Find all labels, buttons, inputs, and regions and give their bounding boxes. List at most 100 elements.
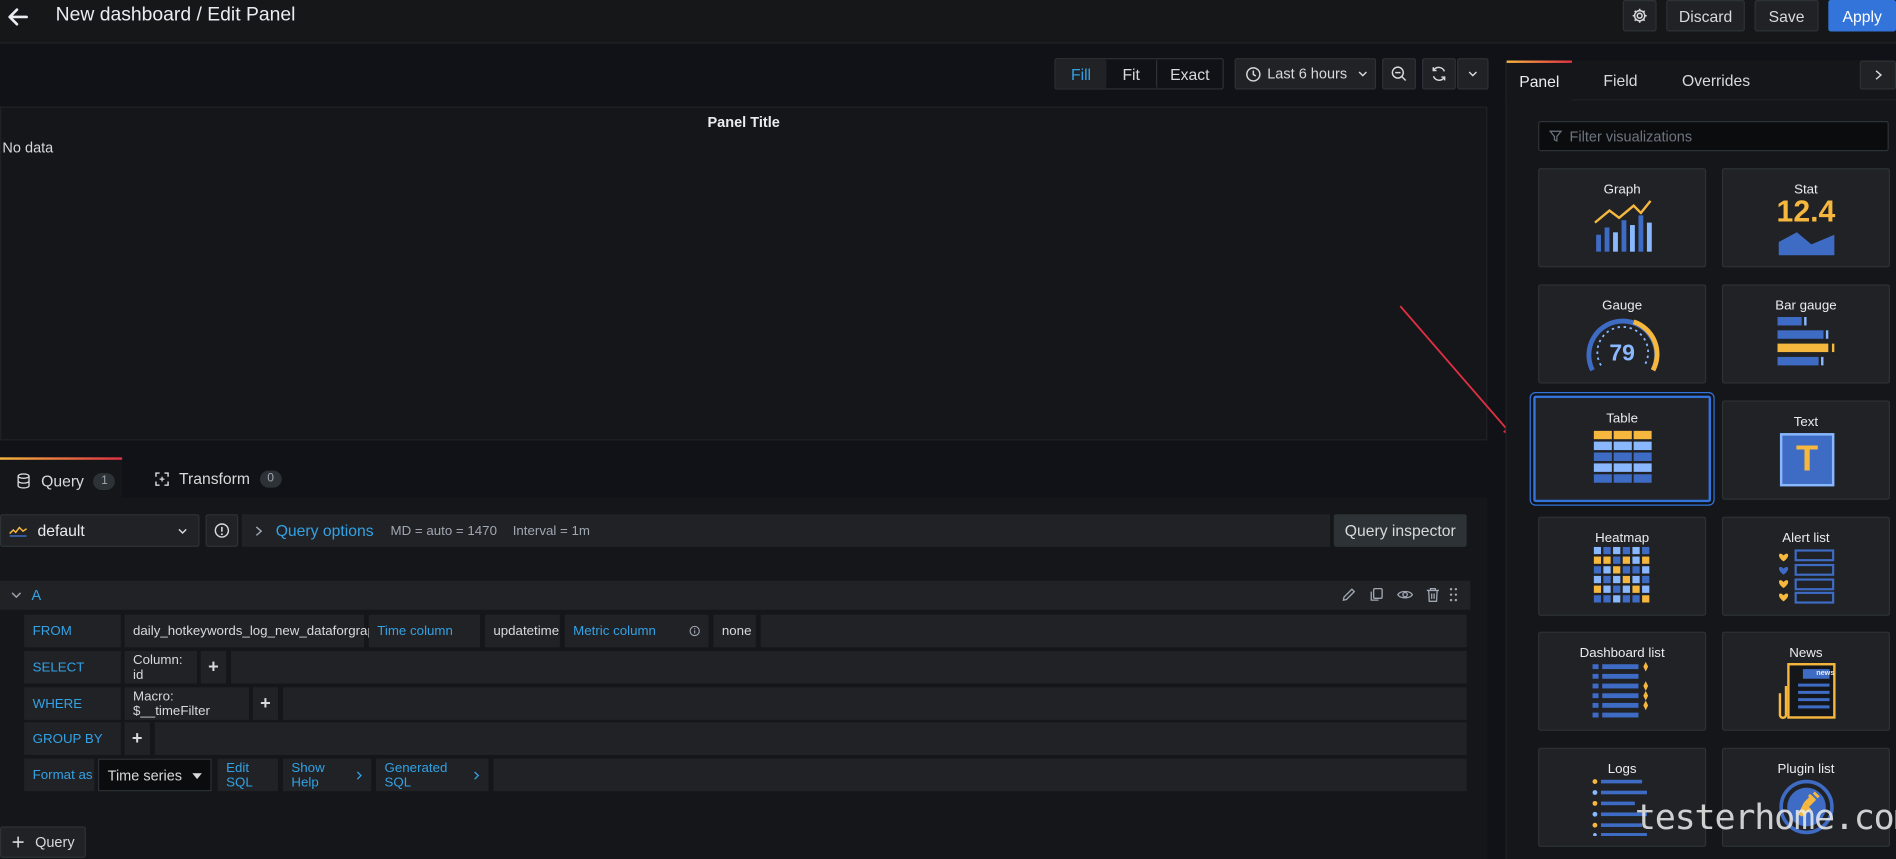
edit-pencil-icon[interactable] [1341, 587, 1357, 603]
collapse-options-button[interactable] [1859, 60, 1896, 90]
back-arrow-icon[interactable] [6, 5, 30, 29]
viz-card-label: Gauge [1602, 298, 1643, 314]
datasource-logo-icon [8, 524, 28, 537]
viz-card-alert-list[interactable]: Alert list [1721, 516, 1890, 616]
datasource-picker[interactable]: default [0, 514, 200, 547]
format-row-filler [493, 758, 1467, 792]
select-column-value[interactable]: Column: id [124, 650, 198, 684]
group-by-row-filler [154, 722, 1467, 755]
from-keyword: FROM [24, 614, 121, 648]
news-glyph: news [1816, 670, 1835, 678]
text-viz-icon: T [1779, 433, 1835, 487]
format-as-keyword: Format as [24, 758, 95, 792]
select-keyword: SELECT [24, 650, 121, 684]
tab-transform[interactable]: Transform 0 [155, 469, 282, 488]
add-query-button[interactable]: Query [0, 826, 86, 858]
where-row-filler [282, 687, 1467, 720]
where-add-button[interactable]: + [252, 687, 279, 720]
plus-icon [12, 836, 24, 848]
tab-query-count: 1 [93, 472, 116, 490]
tab-transform-count: 0 [259, 470, 282, 487]
duplicate-icon[interactable] [1369, 587, 1385, 603]
filter-placeholder: Filter visualizations [1569, 127, 1693, 145]
stat-sparkline-icon [1723, 230, 1889, 257]
zoom-out-button[interactable] [1382, 58, 1416, 90]
gear-icon [1631, 7, 1648, 24]
from-table-value[interactable]: daily_hotkeywords_log_new_dataforgraph [124, 614, 382, 648]
time-range-picker[interactable]: Last 6 hours [1234, 58, 1377, 90]
where-keyword: WHERE [24, 687, 121, 720]
stat-sample-value: 12.4 [1776, 194, 1836, 229]
fit-mode-button[interactable]: Fit [1106, 59, 1156, 88]
tab-field[interactable]: Field [1603, 71, 1637, 89]
viz-card-label: Bar gauge [1775, 298, 1837, 314]
tab-query[interactable]: Query 1 [0, 457, 123, 498]
page-title: New dashboard / Edit Panel [55, 4, 296, 26]
chevron-right-icon [473, 770, 480, 780]
drag-handle-icon[interactable] [1449, 587, 1459, 603]
show-help-button[interactable]: Show Help [282, 758, 372, 792]
settings-button[interactable] [1622, 0, 1657, 32]
select-add-button[interactable]: + [200, 650, 227, 684]
refresh-interval-dropdown[interactable] [1457, 58, 1489, 90]
where-macro-value[interactable]: Macro: $__timeFilter [124, 687, 250, 720]
fill-mode-button[interactable]: Fill [1055, 59, 1107, 89]
chevron-down-icon [1467, 68, 1479, 80]
dashboard-list-icon [1539, 661, 1705, 720]
trash-icon[interactable] [1426, 587, 1441, 603]
tab-query-label: Query [41, 471, 84, 491]
viz-card-label: Heatmap [1595, 531, 1650, 546]
tab-panel[interactable]: Panel [1506, 60, 1572, 101]
viz-card-table[interactable]: Table [1533, 395, 1712, 503]
group-by-add-button[interactable]: + [124, 722, 150, 755]
query-options-bar[interactable]: Query options MD = auto = 1470 Interval … [241, 514, 1331, 547]
view-mode-group: Fill Fit Exact [1054, 58, 1224, 90]
edit-panel-screen: New dashboard / Edit Panel Discard Save … [0, 0, 1896, 859]
panel-title: Panel Title [707, 113, 780, 131]
viz-card-text[interactable]: Text T [1721, 400, 1890, 500]
database-icon [17, 473, 30, 489]
viz-card-dashboard-list[interactable]: Dashboard list [1538, 631, 1707, 731]
chevron-right-icon [1874, 69, 1882, 81]
format-select[interactable]: Time series [97, 758, 212, 792]
viz-card-label: News [1789, 646, 1823, 661]
exact-mode-button[interactable]: Exact [1155, 59, 1223, 89]
tab-overrides[interactable]: Overrides [1682, 71, 1750, 89]
save-button[interactable]: Save [1754, 0, 1819, 32]
viz-card-graph[interactable]: Graph [1538, 168, 1707, 268]
query-ref-id[interactable]: A [31, 587, 41, 604]
question-circle-icon [214, 523, 230, 539]
filter-visualizations-input[interactable]: Filter visualizations [1538, 120, 1889, 152]
news-icon [1723, 662, 1889, 720]
generated-sql-button[interactable]: Generated SQL [376, 758, 489, 792]
query-row-header: A [0, 580, 1471, 610]
refresh-button[interactable] [1422, 58, 1456, 90]
select-row-filler [230, 650, 1467, 684]
viz-card-news[interactable]: News news [1721, 631, 1890, 731]
show-help-label: Show Help [291, 760, 325, 790]
filter-icon [1548, 129, 1563, 142]
eye-icon[interactable] [1397, 587, 1414, 603]
query-inspector-button[interactable]: Query inspector [1333, 514, 1467, 547]
chevron-down-icon [1357, 68, 1369, 80]
viz-card-gauge[interactable]: Gauge 79 [1538, 284, 1707, 384]
group-by-keyword: GROUP BY [24, 722, 121, 755]
edit-sql-button[interactable]: Edit SQL [217, 758, 279, 792]
bar-gauge-icon [1723, 315, 1889, 373]
chevron-right-icon [356, 770, 363, 780]
apply-button[interactable]: Apply [1828, 0, 1896, 32]
viz-card-bar-gauge[interactable]: Bar gauge [1721, 284, 1890, 384]
datasource-help-button[interactable] [205, 514, 239, 547]
discard-button[interactable]: Discard [1666, 0, 1745, 32]
viz-card-stat[interactable]: Stat 12.4 [1721, 168, 1890, 268]
transform-icon [155, 471, 170, 486]
collapse-chevron-icon[interactable] [11, 590, 22, 600]
viz-card-heatmap[interactable]: Heatmap [1538, 516, 1707, 616]
metric-column-value[interactable]: none [713, 614, 756, 648]
gauge-sample-value: 79 [1609, 341, 1635, 367]
chevron-right-icon [254, 524, 264, 536]
watermark-logo: testerhome.com [1634, 796, 1896, 838]
time-column-value[interactable]: updatetime [484, 614, 560, 648]
heatmap-icon [1539, 546, 1705, 603]
options-pane: Panel Field Overrides Filter visualizati… [1505, 60, 1896, 859]
